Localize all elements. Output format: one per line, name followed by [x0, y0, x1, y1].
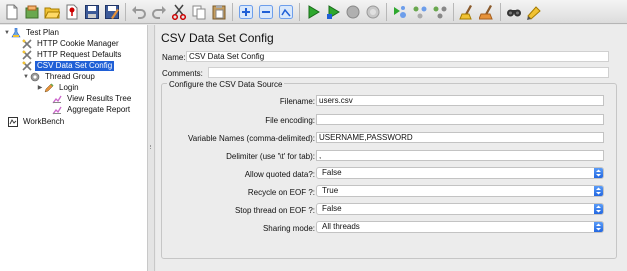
tree-item-workbench[interactable]: WorkBench	[8, 116, 66, 127]
wrench-icon	[22, 49, 32, 60]
cut-icon[interactable]	[170, 3, 188, 21]
copy-icon[interactable]	[190, 3, 208, 21]
tree-label-selected: CSV Data Set Config	[35, 60, 115, 71]
tree-item-thread-group[interactable]: ▼ Thread Group	[22, 71, 97, 82]
tree-label: Test Plan	[26, 27, 59, 37]
allow-quoted-value: False	[322, 168, 342, 177]
workbench-icon	[8, 116, 18, 127]
toggle-icon[interactable]	[277, 3, 295, 21]
wrench-icon	[22, 38, 32, 49]
tree-item-csv-data-set-config[interactable]: CSV Data Set Config	[22, 60, 115, 71]
wrench-icon	[22, 60, 32, 71]
gear-icon	[30, 72, 40, 82]
toolbar-separator	[125, 2, 126, 21]
flask-icon	[11, 27, 21, 38]
toolbar-separator	[453, 2, 454, 21]
collapse-icon[interactable]	[257, 3, 275, 21]
tree-label: WorkBench	[23, 116, 65, 126]
reset-search-icon[interactable]	[525, 3, 543, 21]
tree-item-http-cookie-manager[interactable]: HTTP Cookie Manager	[22, 38, 121, 49]
delimiter-label: Delimiter (use '\t' for tab):	[226, 152, 315, 161]
paste-icon[interactable]	[210, 3, 228, 21]
tree-item-login[interactable]: ▶ Login	[36, 82, 81, 93]
remote-shutdown-icon[interactable]	[431, 3, 449, 21]
select-arrows-icon[interactable]	[594, 204, 603, 214]
split-pane-divider[interactable]	[148, 25, 155, 271]
recycle-eof-select[interactable]: True	[316, 185, 604, 197]
page-title: CSV Data Set Config	[161, 31, 274, 45]
file-encoding-label: File encoding:	[265, 116, 315, 125]
filename-label: Filename:	[279, 97, 315, 106]
select-arrows-icon[interactable]	[594, 222, 603, 232]
splitter-grip[interactable]	[150, 145, 152, 149]
select-arrows-icon[interactable]	[594, 186, 603, 196]
sharing-mode-value: All threads	[322, 222, 360, 231]
name-field[interactable]: CSV Data Set Config	[186, 51, 609, 62]
toolbar-separator	[232, 2, 233, 21]
toolbar-separator	[299, 2, 300, 21]
tree-label: Thread Group	[45, 71, 95, 81]
remote-start-icon[interactable]	[391, 3, 409, 21]
name-label: Name:	[162, 53, 186, 62]
remote-stop-icon[interactable]	[411, 3, 429, 21]
start-no-pauses-icon[interactable]	[324, 3, 342, 21]
toolbar-separator	[500, 2, 501, 21]
stop-thread-eof-value: False	[322, 204, 342, 213]
stop-thread-eof-select[interactable]: False	[316, 203, 604, 215]
group-title: Configure the CSV Data Source	[167, 80, 285, 89]
stop-icon[interactable]	[344, 3, 362, 21]
tree-toggle-expanded[interactable]: ▼	[3, 30, 11, 36]
recycle-eof-label: Recycle on EOF ?:	[247, 188, 315, 197]
tree-item-aggregate-report[interactable]: Aggregate Report	[52, 104, 132, 115]
tree-label: HTTP Cookie Manager	[37, 38, 119, 48]
tree-label: Login	[59, 82, 79, 92]
chart-icon	[52, 105, 62, 115]
chart-icon	[52, 94, 62, 104]
variable-names-field[interactable]: USERNAME,PASSWORD	[316, 132, 604, 143]
save-as-icon[interactable]	[103, 3, 121, 21]
tree-toggle-collapsed[interactable]: ▶	[36, 84, 44, 91]
variable-names-label: Variable Names (comma-delimited):	[188, 134, 315, 143]
allow-quoted-select[interactable]: False	[316, 167, 604, 179]
tree-label: View Results Tree	[67, 93, 132, 103]
select-arrows-icon[interactable]	[594, 168, 603, 178]
start-icon[interactable]	[304, 3, 322, 21]
clear-icon[interactable]	[458, 3, 476, 21]
tree-toggle-expanded[interactable]: ▼	[22, 74, 30, 80]
redo-icon[interactable]	[150, 3, 168, 21]
clear-all-icon[interactable]	[478, 3, 496, 21]
toolbar-separator	[386, 2, 387, 21]
comments-label: Comments:	[162, 69, 203, 78]
save-icon[interactable]	[83, 3, 101, 21]
tree-label: HTTP Request Defaults	[37, 49, 122, 59]
new-icon[interactable]	[3, 3, 21, 21]
tree-item-view-results-tree[interactable]: View Results Tree	[52, 93, 133, 104]
tree-item-http-request-defaults[interactable]: HTTP Request Defaults	[22, 49, 123, 60]
tree-item-test-plan[interactable]: ▼ Test Plan	[3, 27, 61, 38]
file-encoding-field[interactable]	[316, 114, 604, 125]
stop-thread-eof-label: Stop thread on EOF ?:	[234, 206, 315, 215]
toolbar	[0, 0, 627, 24]
filename-field[interactable]: users.csv	[316, 95, 604, 106]
close-icon[interactable]	[63, 3, 81, 21]
test-plan-tree: ▼ Test Plan HTTP Cookie Manager HTTP Req…	[0, 25, 148, 271]
expand-icon[interactable]	[237, 3, 255, 21]
sharing-mode-select[interactable]: All threads	[316, 221, 604, 233]
open-icon[interactable]	[43, 3, 61, 21]
templates-icon[interactable]	[23, 3, 41, 21]
allow-quoted-label: Allow quoted data?:	[244, 170, 315, 179]
comments-field[interactable]	[208, 67, 609, 78]
sharing-mode-label: Sharing mode:	[262, 224, 315, 233]
config-panel: CSV Data Set Config Name: CSV Data Set C…	[156, 25, 627, 271]
pen-icon	[44, 82, 54, 93]
recycle-eof-value: True	[322, 186, 339, 195]
tree-label: Aggregate Report	[67, 104, 131, 114]
undo-icon[interactable]	[130, 3, 148, 21]
shutdown-icon[interactable]	[364, 3, 382, 21]
delimiter-field[interactable]: ,	[316, 150, 604, 161]
search-icon[interactable]	[505, 3, 523, 21]
